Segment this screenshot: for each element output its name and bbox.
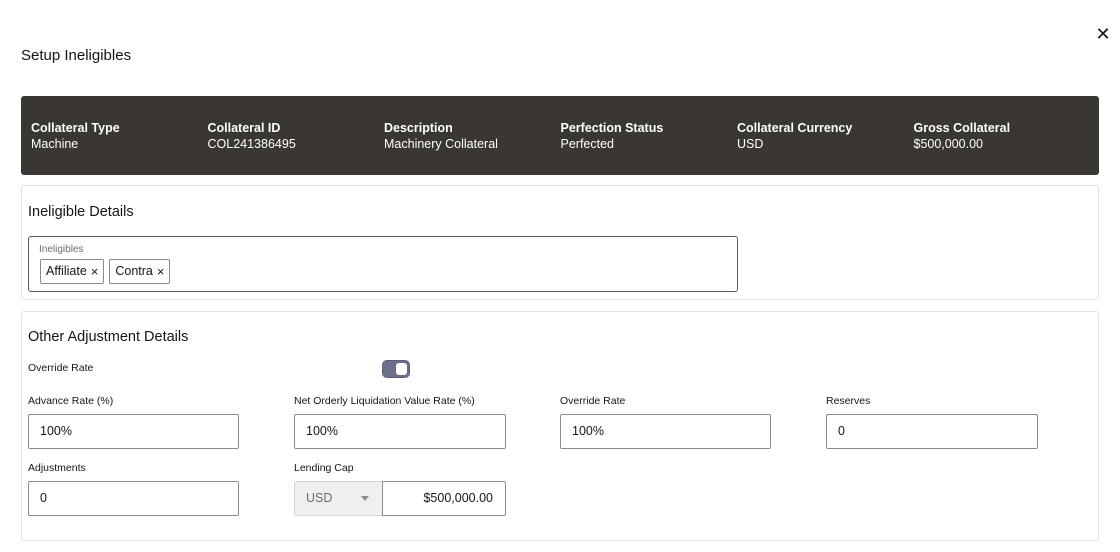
currency-value: USD (306, 491, 333, 505)
override-rate-toggle-label: Override Rate (28, 362, 94, 374)
dialog-title: Setup Ineligibles (21, 47, 132, 64)
ineligible-details-panel: Ineligible Details Ineligibles Affiliate… (21, 185, 1099, 300)
lending-cap-currency-select[interactable]: USD (294, 481, 383, 516)
summary-collateral-type: Collateral Type Machine (31, 120, 208, 175)
section-title: Other Adjustment Details (28, 329, 189, 345)
adjustments-input[interactable]: 0 (28, 481, 239, 516)
close-icon[interactable]: ✕ (1094, 25, 1112, 43)
chip-affiliate: Affiliate × (40, 259, 105, 284)
summary-value: Machine (31, 137, 79, 151)
chip-contra: Contra × (109, 259, 171, 284)
override-rate-label: Override Rate (560, 395, 626, 407)
reserves-label: Reserves (826, 395, 871, 407)
override-rate-toggle[interactable] (382, 360, 410, 378)
other-adjustment-details-panel: Other Adjustment Details Override Rate A… (21, 311, 1099, 541)
reserves-input[interactable]: 0 (826, 414, 1038, 449)
advance-rate-label: Advance Rate (%) (28, 395, 114, 407)
ineligibles-multiselect[interactable]: Ineligibles Affiliate × Contra × (28, 236, 738, 292)
advance-rate-input[interactable]: 100% (28, 414, 239, 449)
collateral-summary-band: Collateral Type Machine Collateral ID CO… (21, 96, 1099, 175)
summary-value: Perfected (560, 137, 615, 151)
summary-label: Collateral ID (207, 121, 281, 135)
setup-ineligibles-dialog: ✕ Setup Ineligibles Collateral Type Mach… (0, 0, 1120, 552)
remove-chip-icon[interactable]: × (91, 260, 99, 283)
summary-label: Description (384, 121, 453, 135)
override-rate-input[interactable]: 100% (560, 414, 771, 449)
summary-label: Gross Collateral (913, 121, 1011, 135)
lending-cap-amount-input[interactable]: $500,000.00 (382, 481, 506, 516)
summary-label: Perfection Status (560, 121, 664, 135)
nolv-rate-input[interactable]: 100% (294, 414, 506, 449)
summary-value: $500,000.00 (913, 137, 984, 151)
summary-collateral-currency: Collateral Currency USD (737, 120, 914, 175)
summary-perfection-status: Perfection Status Perfected (561, 120, 738, 175)
lending-cap-label: Lending Cap (294, 462, 354, 474)
summary-description: Description Machinery Collateral (384, 120, 561, 175)
summary-collateral-id: Collateral ID COL241386495 (208, 120, 385, 175)
chip-label: Contra (115, 264, 153, 278)
chip-label: Affiliate (46, 264, 87, 278)
toggle-knob (396, 363, 407, 375)
field-label: Ineligibles (39, 244, 84, 255)
chevron-down-icon (361, 496, 369, 501)
summary-value: Machinery Collateral (384, 137, 498, 151)
summary-label: Collateral Type (31, 121, 120, 135)
remove-chip-icon[interactable]: × (157, 260, 165, 283)
section-title: Ineligible Details (28, 204, 134, 220)
adjustments-label: Adjustments (28, 462, 86, 474)
summary-value: USD (737, 137, 764, 151)
summary-value: COL241386495 (207, 137, 296, 151)
summary-label: Collateral Currency (737, 121, 853, 135)
nolv-rate-label: Net Orderly Liquidation Value Rate (%) (294, 395, 475, 407)
chip-list: Affiliate × Contra × (40, 259, 171, 284)
summary-gross-collateral: Gross Collateral $500,000.00 (914, 120, 1091, 175)
